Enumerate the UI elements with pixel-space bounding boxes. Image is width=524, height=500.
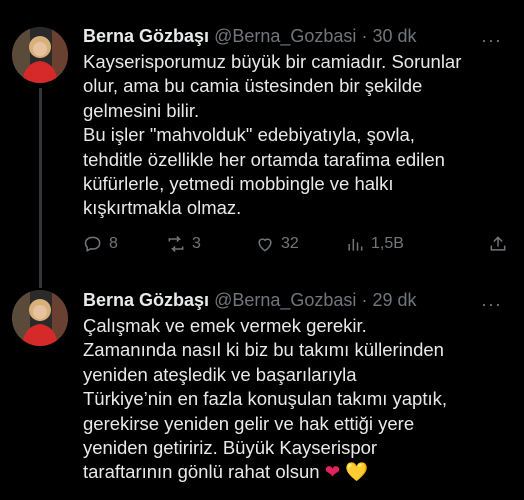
avatar[interactable]: [12, 27, 68, 83]
tweet-header: Berna Gözbaşı @Berna_Gozbasi · 29 dk ···: [83, 288, 514, 314]
reply-icon: [84, 236, 101, 252]
timestamp[interactable]: 29 dk: [372, 290, 416, 310]
views-chart-icon: [348, 239, 363, 251]
more-options-icon[interactable]: ···: [481, 28, 502, 52]
author-name[interactable]: Berna Gözbaşı: [83, 290, 209, 310]
red-heart-emoji: ❤: [324, 461, 341, 483]
share-icon: [490, 236, 506, 251]
reply-button[interactable]: 8: [83, 234, 118, 254]
author-handle[interactable]: @Berna_Gozbasi: [214, 290, 356, 310]
reply-count: 8: [109, 235, 118, 252]
author-name[interactable]: Berna Gözbaşı: [83, 26, 209, 46]
retweet-button[interactable]: 3: [166, 234, 201, 254]
avatar-photo-icon: [12, 290, 68, 346]
more-options-icon[interactable]: ···: [481, 292, 502, 316]
separator: ·: [361, 290, 368, 310]
tweet-text: Kayserisporumuz büyük bir camiadır. Soru…: [83, 51, 462, 219]
tweet-text: Çalışmak ve emek vermek gerekir. Zamanın…: [83, 314, 514, 485]
like-count: 32: [281, 235, 299, 252]
avatar-photo-icon: [12, 27, 68, 83]
thread-connector-line: [39, 88, 42, 288]
retweet-count: 3: [192, 235, 201, 252]
tweet-actions: 8 3 32 1,5B: [83, 234, 513, 260]
timestamp[interactable]: 30 dk: [372, 26, 416, 46]
retweet-icon: [168, 235, 184, 253]
separator: ·: [361, 26, 368, 46]
tweet[interactable]: Berna Gözbaşı @Berna_Gozbasi · 29 dk ···…: [0, 285, 524, 500]
avatar[interactable]: [12, 290, 68, 346]
view-count: 1,5B: [371, 235, 404, 252]
heart-icon: [258, 238, 272, 252]
share-button[interactable]: [488, 234, 508, 254]
author-handle[interactable]: @Berna_Gozbasi: [214, 26, 356, 46]
yellow-heart-emoji: 💛: [345, 461, 369, 483]
tweet[interactable]: Berna Gözbaşı @Berna_Gozbasi · 30 dk ···…: [0, 0, 524, 288]
tweet-text-content: Çalışmak ve emek vermek gerekir. Zamanın…: [83, 315, 448, 483]
views-button[interactable]: 1,5B: [345, 234, 404, 254]
like-button[interactable]: 32: [255, 234, 299, 254]
tweet-header: Berna Gözbaşı @Berna_Gozbasi · 30 dk ···: [83, 24, 514, 50]
